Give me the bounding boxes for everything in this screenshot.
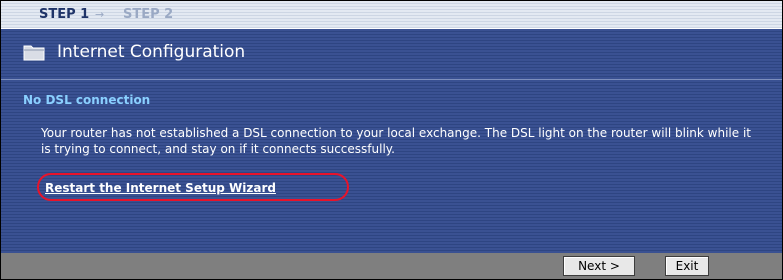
next-button[interactable]: Next > — [563, 256, 635, 276]
main-panel: Internet Configuration No DSL connection… — [1, 29, 782, 253]
page-title: Internet Configuration — [57, 42, 246, 62]
wizard-window: STEP 1 → STEP 2 Internet Configuration N… — [0, 0, 783, 280]
status-message: Your router has not established a DSL co… — [41, 126, 752, 156]
step-2-label: STEP 2 — [123, 7, 174, 22]
step-arrow-icon: → — [95, 8, 105, 21]
exit-button[interactable]: Exit — [665, 256, 709, 276]
restart-wizard-link[interactable]: Restart the Internet Setup Wizard — [45, 181, 276, 195]
header-divider — [1, 79, 782, 80]
status-heading: No DSL connection — [23, 93, 151, 107]
step-bar: STEP 1 → STEP 2 — [1, 1, 782, 28]
page-header: Internet Configuration — [23, 41, 245, 63]
folder-icon — [23, 45, 45, 61]
step-1-label: STEP 1 — [39, 7, 90, 22]
